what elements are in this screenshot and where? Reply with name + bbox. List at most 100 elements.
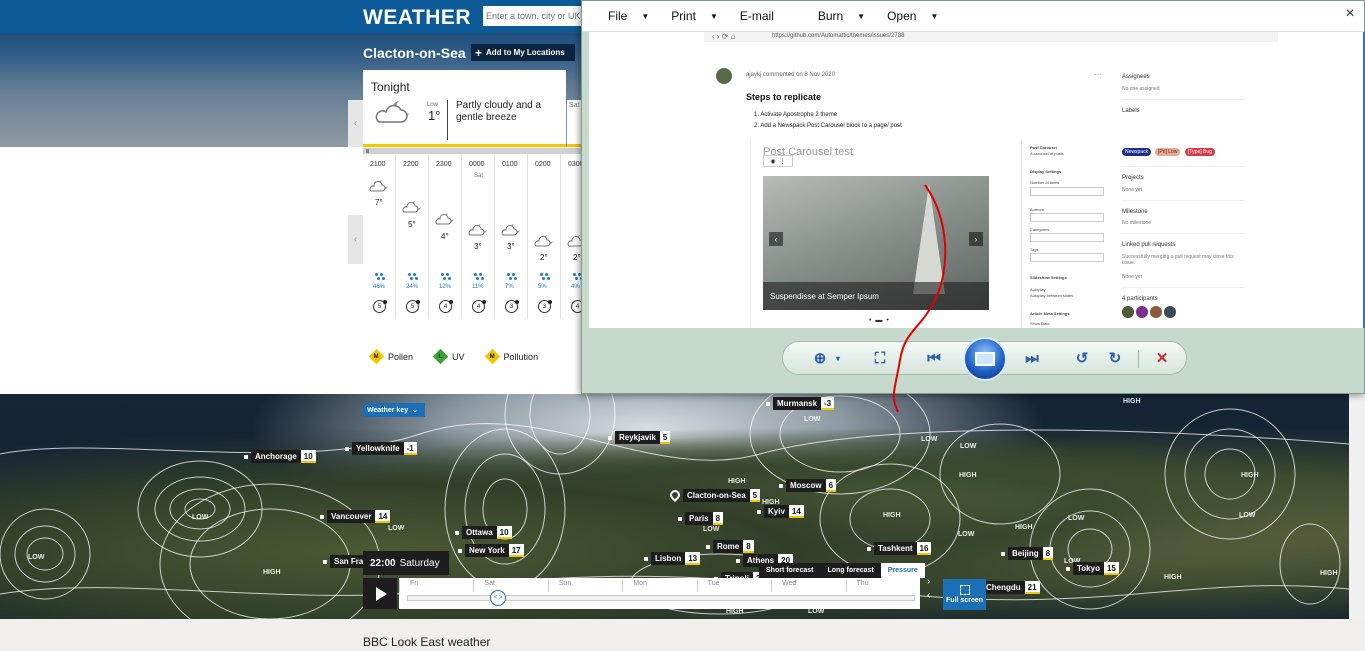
embedded-screenshot: Post Carousel test ◉ ⋮ ‹ › Suspendisse at… — [750, 141, 1120, 328]
panel-subtitle: A carousel of posts — [1030, 151, 1064, 156]
tab-pressure[interactable]: Pressure — [880, 563, 925, 578]
city-marker[interactable]: Anchorage 10 — [244, 450, 316, 463]
chevron-down-icon[interactable]: ▾ — [829, 350, 847, 368]
city-marker[interactable]: Kyiv 14 — [757, 505, 804, 518]
footer-link[interactable]: BBC Look East weather — [363, 635, 490, 649]
menu-burn[interactable]: Burn ▼ — [818, 9, 887, 23]
sidebar-projects-label: Projects — [1122, 175, 1144, 181]
pressure-label: HIGH — [959, 472, 977, 479]
menu-open[interactable]: Open ▼ — [887, 9, 960, 23]
city-temperature: 8 — [1042, 547, 1054, 560]
divider — [1138, 350, 1139, 368]
rotate-counterclockwise-icon[interactable]: ↺ — [1073, 350, 1091, 368]
tonight-card[interactable]: Tonight Low 1° Partly cloudy and a gentl… — [363, 70, 566, 147]
timeline-day-label: Wed — [771, 580, 845, 592]
city-marker[interactable]: Vancouver 14 — [320, 510, 391, 523]
menu-file[interactable]: File ▼ — [608, 9, 671, 23]
timeline-handle[interactable]: < > — [490, 590, 506, 606]
step-item: 2. Add a Newspack Post Carousel block to… — [754, 123, 902, 129]
dropdown-caret-icon: ▼ — [857, 11, 866, 21]
pressure-map[interactable]: Weather key ⌄ HIGH LOW HIGH LOW HIGH HIG… — [0, 394, 1349, 619]
city-marker[interactable]: Paris 8 — [678, 512, 724, 525]
timeline-arrows[interactable]: › ‹ — [927, 575, 930, 603]
city-temperature: 14 — [375, 510, 391, 523]
hour-time: 0200 — [535, 161, 551, 168]
actual-size-icon[interactable]: ⛶ — [871, 350, 889, 368]
avatar — [1136, 306, 1148, 318]
tonight-temperature: 1° — [428, 108, 441, 123]
city-marker[interactable]: Chengdu 21 — [982, 581, 1040, 594]
city-name: Anchorage — [251, 450, 301, 463]
browser-url: https://github.com/Automattic/themes/iss… — [772, 33, 905, 39]
sidebar-linked-label: Linked pull requests — [1122, 242, 1176, 248]
city-temperature: 5 — [659, 431, 671, 444]
city-marker[interactable]: Tokyo 15 — [1066, 562, 1119, 575]
add-to-my-locations-button[interactable]: + Add to My Locations — [471, 44, 575, 61]
next-icon[interactable]: ⏭ — [1023, 350, 1041, 368]
wind-speed-icon: 3 — [538, 300, 552, 313]
pressure-label: HIGH — [1015, 524, 1033, 531]
pollution-index[interactable]: M Pollution — [484, 348, 539, 365]
hour-temperature: 5° — [408, 220, 416, 229]
page-scrollbar[interactable] — [1349, 394, 1365, 651]
sidebar-projects-value: None yet — [1122, 187, 1143, 193]
weather-key-button[interactable]: Weather key ⌄ — [363, 403, 425, 417]
menu-print[interactable]: Print ▼ — [671, 9, 740, 23]
city-temperature: 10 — [300, 450, 316, 463]
hourly-prev-button[interactable]: ‹ — [348, 215, 363, 264]
avatar — [1122, 306, 1134, 318]
photo-canvas[interactable]: ‹ › ⟳ ⌂ https://github.com/Automattic/th… — [589, 32, 1365, 328]
panel-section: Article Meta Settings — [1030, 311, 1070, 316]
panel-section: Display Settings — [1030, 169, 1062, 174]
rotate-clockwise-icon[interactable]: ↻ — [1106, 350, 1124, 368]
pollution-label: Pollution — [503, 351, 539, 362]
rain-chance: 7% — [505, 284, 514, 290]
issue-sidebar: Assignees No one assigned Labels Newspac… — [1112, 62, 1272, 328]
previous-icon[interactable]: ⏮ — [925, 350, 943, 368]
pressure-label: LOW — [1068, 515, 1085, 522]
close-icon[interactable]: × — [1342, 6, 1358, 22]
hour-temperature: 2° — [540, 253, 548, 262]
rain-drops-icon — [441, 273, 451, 281]
next-day-card[interactable]: Sat — [567, 100, 582, 147]
cloud-moon-icon — [501, 224, 520, 236]
city-marker[interactable]: Ottawa 10 — [455, 526, 512, 539]
hour-column: 0000 Sat 3° 11% 4 — [462, 154, 495, 319]
city-marker[interactable]: Yellowknife -1 — [345, 442, 417, 455]
city-name: Yellowknife — [352, 442, 404, 455]
label-tag: [Pri] Low — [1155, 148, 1181, 156]
block-toolbar: ◉ ⋮ — [763, 155, 793, 167]
forecast-prev-button[interactable]: ‹ — [348, 100, 363, 147]
pressure-label: LOW — [804, 416, 821, 423]
pressure-label: LOW — [1239, 512, 1256, 519]
city-temperature: 6 — [825, 479, 837, 492]
timeline-track[interactable]: Fri Sat Sun Mon Tue Wed Thu < > — [399, 578, 920, 609]
city-name: Beijing — [1008, 547, 1043, 560]
timeline-rail[interactable] — [407, 595, 915, 601]
zoom-icon[interactable]: ⊕ — [811, 350, 829, 368]
city-marker[interactable]: Beijing 8 — [1001, 547, 1054, 560]
city-marker[interactable]: Moscow 6 — [779, 479, 837, 492]
dropdown-caret-icon: ▼ — [930, 11, 939, 21]
uv-index[interactable]: L UV — [432, 348, 465, 365]
panel-label: Number of items — [1030, 180, 1060, 185]
location-search-input[interactable] — [483, 6, 583, 26]
menu-email[interactable]: E-mail▼ — [740, 9, 818, 23]
fullscreen-button[interactable]: Full screen — [943, 579, 986, 610]
city-name: Clacton-on-Sea — [683, 489, 750, 502]
uv-level-icon: L — [432, 348, 449, 365]
pollen-index[interactable]: M Pollen — [368, 348, 413, 365]
tab-long-forecast[interactable]: Long forecast — [820, 563, 881, 578]
rain-drops-icon — [474, 273, 484, 281]
browser-nav-icons: ‹ › ⟳ ⌂ — [712, 32, 736, 41]
city-marker[interactable]: Clacton-on-Sea 5 — [683, 489, 761, 502]
slideshow-button[interactable] — [963, 337, 1007, 381]
city-marker[interactable]: Reykjavik 5 — [608, 431, 671, 444]
play-button[interactable] — [363, 578, 397, 609]
city-temperature: 21 — [1024, 581, 1040, 594]
city-marker[interactable]: Murmansk -3 — [766, 397, 835, 410]
delete-icon[interactable]: ✕ — [1153, 350, 1171, 368]
city-name: Chengdu — [982, 581, 1025, 594]
tab-short-forecast[interactable]: Short forecast — [759, 563, 821, 578]
avatar — [1150, 306, 1162, 318]
